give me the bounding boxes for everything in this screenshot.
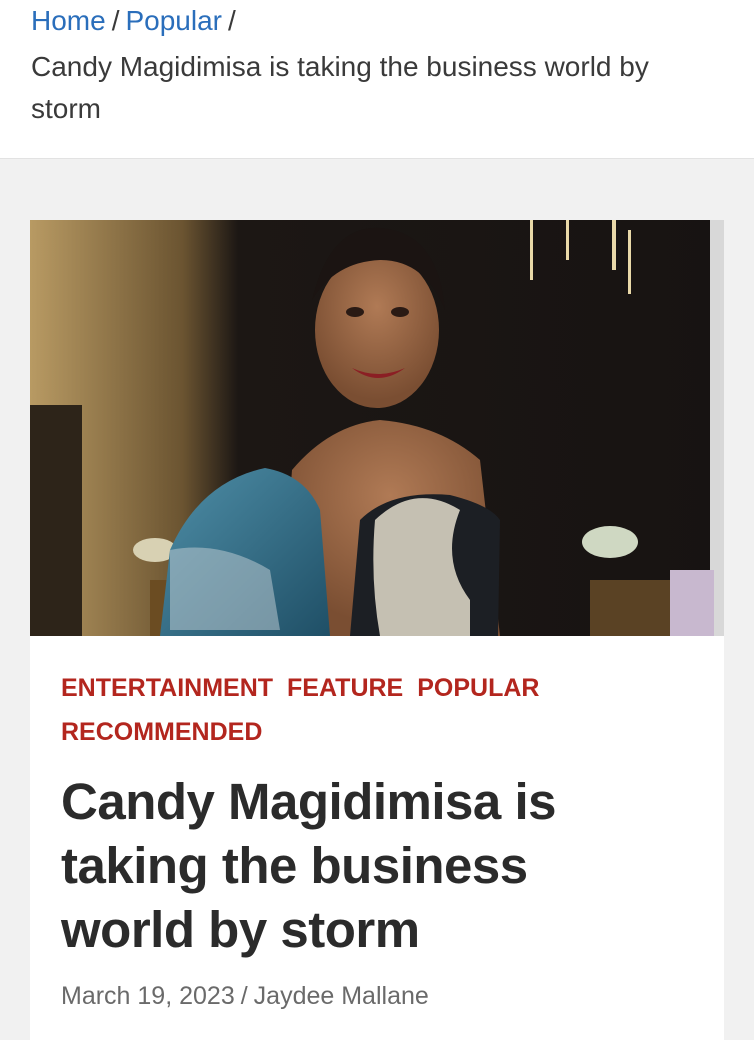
article-card: ENTERTAINMENT FEATURE POPULAR RECOMMENDED C… [30,220,724,1040]
category-list: ENTERTAINMENT FEATURE POPULAR RECOMMENDED [61,666,661,754]
article-date: March 19, 2023 [61,982,235,1010]
breadcrumb-popular-link[interactable]: Popular [125,5,222,36]
breadcrumb-separator: / [228,5,236,36]
category-popular[interactable]: POPULAR [417,666,539,710]
hero-photo[interactable] [30,220,724,636]
category-entertainment[interactable]: ENTERTAINMENT [61,666,273,710]
breadcrumb-current: Candy Magidimisa is taking the business … [31,51,649,124]
article-title: Candy Magidimisa is taking the business … [61,773,556,958]
category-feature[interactable]: FEATURE [287,666,403,710]
hero-photo-illustration [30,220,724,636]
breadcrumb-home-link[interactable]: Home [31,5,106,36]
article-meta: March 19, 2023/Jaydee Mallane [61,980,429,1012]
breadcrumb-separator: / [111,5,120,36]
category-recommended[interactable]: RECOMMENDED [61,710,262,754]
article-author-link[interactable]: Jaydee Mallane [254,982,429,1010]
breadcrumb-links: Home / Popular / [31,4,242,38]
breadcrumb: Home / Popular / Candy Magidimisa is taking… [0,0,754,159]
meta-separator: / [240,982,248,1010]
